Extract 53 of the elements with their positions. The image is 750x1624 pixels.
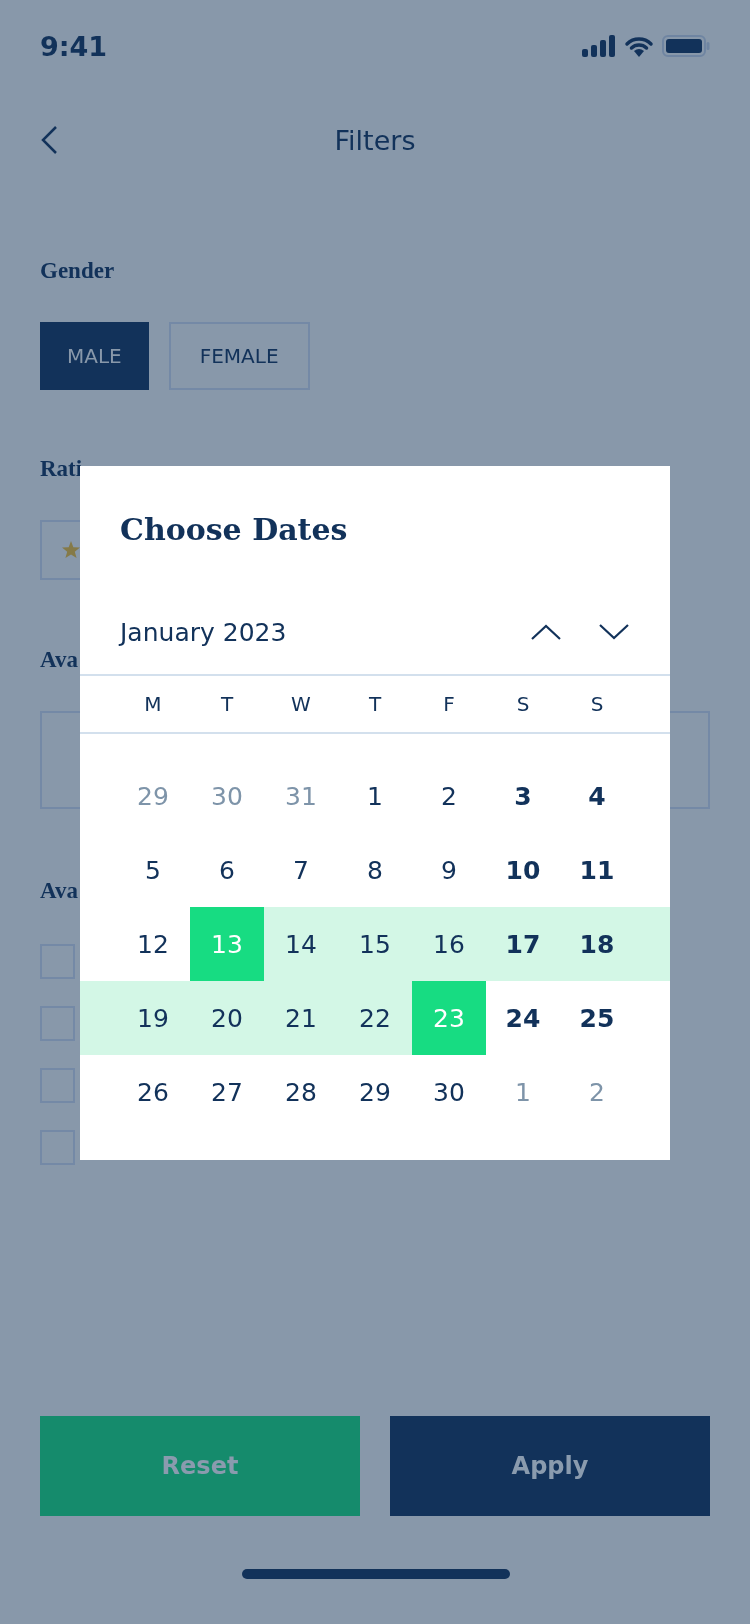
weekday-label: T [219, 692, 235, 716]
chevron-down-icon[interactable] [598, 623, 630, 641]
calendar-day[interactable]: 9 [412, 833, 486, 907]
calendar-day[interactable]: 5 [116, 833, 190, 907]
calendar-day[interactable]: 25 [560, 981, 634, 1055]
month-label: January 2023 [120, 617, 288, 647]
calendar-day[interactable]: 7 [264, 833, 338, 907]
back-icon[interactable] [40, 125, 58, 155]
calendar-day[interactable]: 14 [264, 907, 338, 981]
calendar-day[interactable]: 2 [412, 759, 486, 833]
weekday-label: S [589, 692, 605, 716]
calendar-day[interactable]: 27 [190, 1055, 264, 1129]
calendar-day[interactable]: 29 [338, 1055, 412, 1129]
calendar-day[interactable]: 4 [560, 759, 634, 833]
dialog-title: Choose Dates [120, 512, 348, 547]
section-label: Gender [40, 257, 115, 285]
calendar-day[interactable]: 12 [116, 907, 190, 981]
calendar-day[interactable]: 17 [486, 907, 560, 981]
wifi-icon [624, 35, 654, 57]
apply-button[interactable]: Apply [390, 1416, 710, 1516]
calendar-day[interactable]: 6 [190, 833, 264, 907]
chevron-up-icon[interactable] [530, 623, 562, 641]
calendar-day[interactable]: 22 [338, 981, 412, 1055]
calendar-day[interactable]: 20 [190, 981, 264, 1055]
gender-option[interactable]: MALE [40, 322, 149, 390]
calendar-day[interactable]: 26 [116, 1055, 190, 1129]
section-label: Ava [40, 877, 78, 905]
section-label: Ava [40, 646, 78, 674]
calendar-day[interactable]: 10 [486, 833, 560, 907]
calendar-day[interactable]: 28 [264, 1055, 338, 1129]
calendar-day[interactable]: 24 [486, 981, 560, 1055]
star-icon [62, 540, 80, 560]
weekday-label: T [367, 692, 383, 716]
section-label: Rati [40, 455, 83, 483]
calendar-day[interactable]: 15 [338, 907, 412, 981]
weekday-label: W [290, 692, 312, 716]
weekday-label: S [515, 692, 531, 716]
calendar-day[interactable]: 30 [412, 1055, 486, 1129]
battery-icon [662, 35, 710, 57]
signal-icon [582, 35, 616, 57]
calendar-day[interactable]: 21 [264, 981, 338, 1055]
gender-option[interactable]: FEMALE [168, 322, 310, 390]
weekday-label: M [143, 692, 163, 716]
calendar-day[interactable]: 18 [560, 907, 634, 981]
weekday-label: F [442, 692, 456, 716]
calendar-day[interactable]: 3 [486, 759, 560, 833]
calendar-day[interactable]: 16 [412, 907, 486, 981]
calendar-day[interactable]: 1 [338, 759, 412, 833]
calendar-day[interactable]: 19 [116, 981, 190, 1055]
screen-title: Filters [334, 124, 416, 156]
calendar-day[interactable]: 11 [560, 833, 634, 907]
status-time: 9:41 [40, 30, 108, 62]
calendar-day[interactable]: 8 [338, 833, 412, 907]
